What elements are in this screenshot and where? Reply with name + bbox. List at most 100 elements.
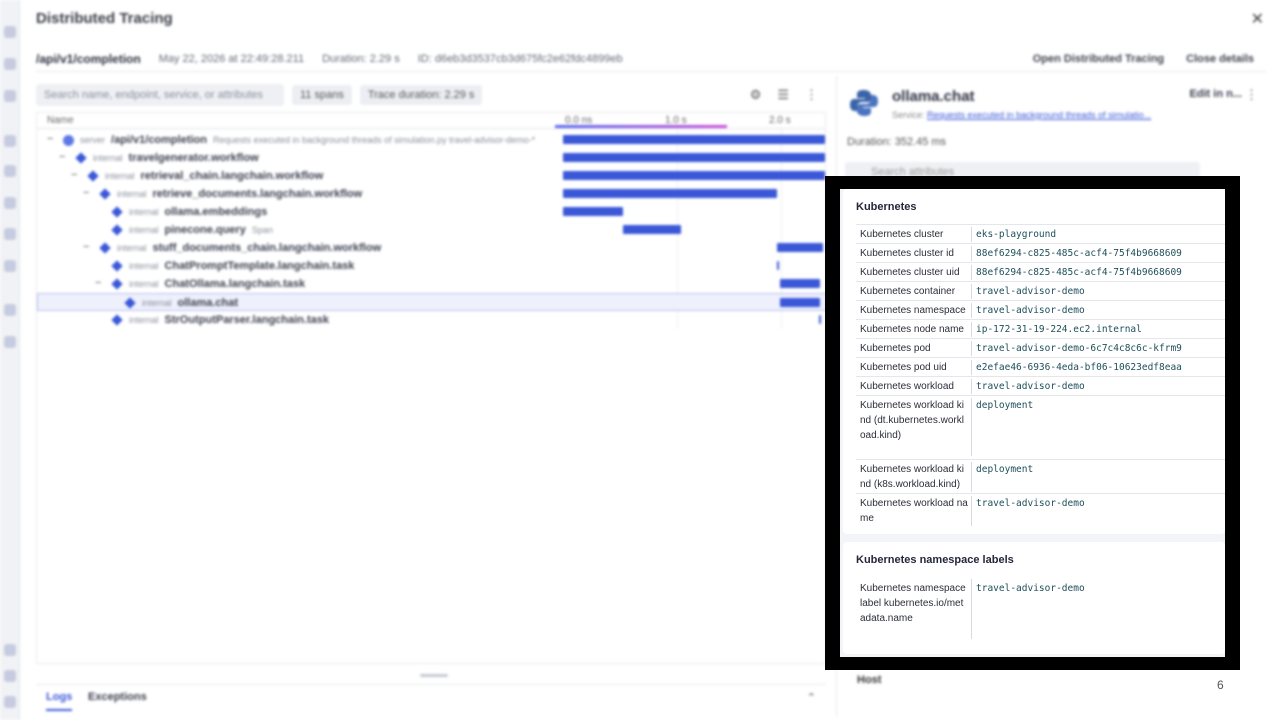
attribute-row[interactable]: Kubernetes container travel-advisor-demo bbox=[856, 281, 1225, 300]
span-bar[interactable] bbox=[563, 171, 825, 180]
nav-icon[interactable] bbox=[4, 165, 16, 177]
chevron-up-icon[interactable]: ⌃ bbox=[807, 691, 816, 704]
nav-icon[interactable] bbox=[4, 670, 16, 682]
span-row[interactable]: − internal stuff_documents_chain.langchai… bbox=[37, 239, 827, 257]
filter-icon[interactable]: ☰ bbox=[777, 87, 789, 103]
attribute-value[interactable]: deployment bbox=[976, 398, 1033, 413]
nav-icon[interactable] bbox=[4, 90, 16, 102]
span-bar[interactable] bbox=[777, 243, 823, 252]
span-bar[interactable] bbox=[563, 189, 777, 198]
attribute-value[interactable]: deployment bbox=[976, 462, 1033, 477]
span-bar[interactable] bbox=[819, 315, 821, 324]
cursor-indicator: 6 bbox=[1217, 678, 1224, 692]
attribute-row[interactable]: Kubernetes workload kind (k8s.workload.k… bbox=[856, 459, 1225, 493]
tab-exceptions[interactable]: Exceptions bbox=[88, 691, 147, 703]
span-row[interactable]: − internal ChatOllama.langchain.task bbox=[37, 275, 827, 293]
nav-icon[interactable] bbox=[4, 696, 16, 708]
nav-icon[interactable] bbox=[4, 58, 16, 70]
collapse-toggle[interactable]: − bbox=[95, 277, 101, 289]
trace-id-label[interactable]: ID: d6eb3d3537cb3d675fc2e62fdc4899eb bbox=[418, 53, 623, 65]
span-row-selected[interactable]: internal ollama.chat bbox=[37, 293, 827, 311]
nav-icon[interactable] bbox=[4, 228, 16, 240]
attributes-viewport: Kubernetes Kubernetes cluster eks-playgr… bbox=[840, 189, 1225, 657]
attribute-key: Kubernetes pod uid bbox=[860, 362, 947, 373]
attribute-value[interactable]: 88ef6294-c825-485c-acf4-75f4b9668609 bbox=[976, 246, 1182, 261]
span-name: ChatOllama.langchain.task bbox=[164, 278, 306, 290]
attribute-value[interactable]: travel-advisor-demo bbox=[976, 303, 1085, 318]
timeline-range-indicator[interactable] bbox=[555, 125, 727, 128]
service-link[interactable]: Requests executed in background threads … bbox=[927, 110, 1151, 120]
attribute-value[interactable]: travel-advisor-demo bbox=[976, 496, 1085, 511]
attribute-value[interactable]: ip-172-31-19-224.ec2.internal bbox=[976, 322, 1142, 337]
span-row[interactable]: internal pinecone.query Span bbox=[37, 221, 827, 239]
host-section-title: Host bbox=[857, 674, 882, 686]
attribute-value[interactable]: 88ef6294-c825-485c-acf4-75f4b9668609 bbox=[976, 265, 1182, 280]
span-kind: internal bbox=[142, 298, 172, 308]
attribute-row[interactable]: Kubernetes workload kind (dt.kubernetes.… bbox=[856, 395, 1225, 459]
span-row[interactable]: − internal retrieval_chain.langchain.work… bbox=[37, 167, 827, 185]
span-kind: internal bbox=[129, 207, 159, 217]
edit-in-notebook-button[interactable]: Edit in n... bbox=[1189, 88, 1242, 100]
span-bar[interactable] bbox=[780, 279, 820, 288]
span-kind: internal bbox=[129, 315, 159, 325]
collapse-toggle[interactable]: − bbox=[83, 241, 89, 253]
attribute-row[interactable]: Kubernetes workload name travel-advisor-… bbox=[856, 493, 1225, 529]
more-options-icon[interactable]: ⋮ bbox=[1245, 87, 1258, 103]
more-options-icon[interactable]: ⋮ bbox=[805, 87, 818, 103]
duration-label: Duration: 2.29 s bbox=[322, 52, 400, 65]
attribute-value[interactable]: e2efae46-6936-4eda-bf06-10623edf8eaa bbox=[976, 360, 1182, 375]
nav-icon[interactable] bbox=[4, 26, 16, 38]
span-name: retrieval_chain.langchain.workflow bbox=[140, 170, 324, 182]
span-search-input[interactable]: Search name, endpoint, service, or attri… bbox=[36, 84, 284, 106]
attribute-row[interactable]: Kubernetes pod travel-advisor-demo-6c7c4… bbox=[856, 338, 1225, 357]
attribute-row[interactable]: Kubernetes namespace label kubernetes.io… bbox=[856, 577, 1225, 647]
collapse-toggle[interactable]: − bbox=[59, 151, 65, 163]
close-details-button[interactable]: Close details bbox=[1186, 53, 1254, 65]
attribute-row[interactable]: Kubernetes cluster id 88ef6294-c825-485c… bbox=[856, 243, 1225, 262]
attribute-value[interactable]: travel-advisor-demo bbox=[976, 581, 1085, 596]
attribute-row[interactable]: Kubernetes node name ip-172-31-19-224.ec… bbox=[856, 319, 1225, 338]
divider bbox=[971, 341, 972, 356]
span-row[interactable]: − internal travelgenerator.workflow bbox=[37, 149, 827, 167]
nav-icon[interactable] bbox=[4, 336, 16, 348]
attribute-row[interactable]: Kubernetes cluster uid 88ef6294-c825-485… bbox=[856, 262, 1225, 281]
close-icon[interactable]: ✕ bbox=[1251, 9, 1264, 29]
span-row[interactable]: − server/api/v1/completion Requests execu… bbox=[37, 131, 827, 149]
span-icon bbox=[124, 297, 136, 309]
span-bar[interactable] bbox=[563, 153, 825, 162]
attribute-value[interactable]: travel-advisor-demo bbox=[976, 379, 1085, 394]
attribute-row[interactable]: Kubernetes namespace travel-advisor-demo bbox=[856, 300, 1225, 319]
attribute-value[interactable]: travel-advisor-demo-6c7c4c8c6c-kfrm9 bbox=[976, 341, 1182, 356]
tab-logs[interactable]: Logs bbox=[46, 691, 73, 711]
attribute-row[interactable]: Kubernetes pod uid e2efae46-6936-4eda-bf… bbox=[856, 357, 1225, 376]
attribute-value[interactable]: eks-playground bbox=[976, 227, 1056, 242]
span-bar[interactable] bbox=[563, 207, 623, 216]
span-row[interactable]: internal StrOutputParser.langchain.task bbox=[37, 311, 827, 329]
settings-icon[interactable]: ⚙ bbox=[750, 87, 762, 103]
divider bbox=[971, 360, 972, 375]
span-bar[interactable] bbox=[563, 135, 825, 144]
spans-count-badge: 11 spans bbox=[292, 85, 352, 105]
nav-icon[interactable] bbox=[4, 197, 16, 209]
span-bar[interactable] bbox=[777, 261, 779, 270]
attribute-row[interactable]: Kubernetes cluster eks-playground bbox=[856, 224, 1225, 243]
span-bar[interactable] bbox=[623, 225, 681, 234]
nav-icon[interactable] bbox=[4, 135, 16, 147]
span-bar[interactable] bbox=[780, 298, 820, 307]
service-line: Service: Requests executed in background… bbox=[892, 110, 1151, 120]
span-row[interactable]: internal ollama.embeddings bbox=[37, 203, 827, 221]
server-icon bbox=[63, 134, 74, 146]
span-row[interactable]: − internal retrieve_documents.langchain.w… bbox=[37, 185, 827, 203]
open-distributed-tracing-button[interactable]: Open Distributed Tracing bbox=[1033, 53, 1164, 65]
resize-handle[interactable] bbox=[420, 674, 448, 677]
collapse-toggle[interactable]: − bbox=[71, 169, 77, 181]
attribute-value[interactable]: travel-advisor-demo bbox=[976, 284, 1085, 299]
attribute-row[interactable]: Kubernetes workload travel-advisor-demo bbox=[856, 376, 1225, 395]
nav-icon[interactable] bbox=[4, 260, 16, 272]
span-row[interactable]: internal ChatPromptTemplate.langchain.tas… bbox=[37, 257, 827, 275]
nav-icon[interactable] bbox=[4, 644, 16, 656]
nav-icon[interactable] bbox=[4, 304, 16, 316]
collapse-toggle[interactable]: − bbox=[83, 187, 89, 199]
span-name: ollama.embeddings bbox=[164, 206, 268, 218]
collapse-toggle[interactable]: − bbox=[47, 133, 53, 145]
